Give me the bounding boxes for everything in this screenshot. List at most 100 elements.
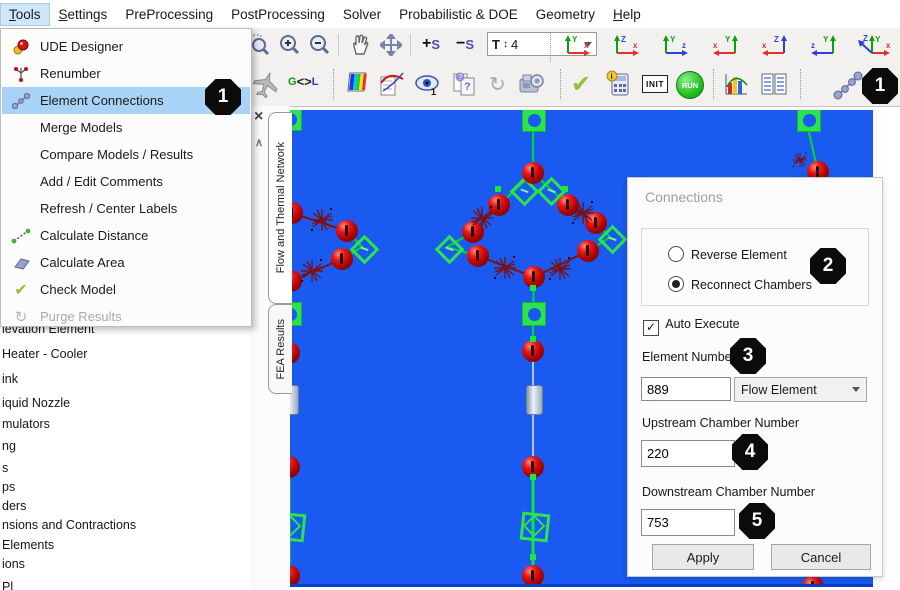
snapshot-icon[interactable] xyxy=(518,71,546,97)
move-cross-icon[interactable] xyxy=(380,34,402,56)
query-results-icon[interactable]: ?? xyxy=(452,71,478,97)
view-xz-button[interactable]: Zx xyxy=(754,33,794,57)
element-number-input[interactable] xyxy=(641,377,731,401)
radio-selected-icon[interactable] xyxy=(668,276,684,292)
list-item[interactable]: iquid Nozzle xyxy=(2,396,70,410)
menu-help[interactable]: Help xyxy=(604,3,650,26)
menu-settings[interactable]: Settings xyxy=(50,3,117,26)
checkbox-checked-icon[interactable]: ✓ xyxy=(643,320,659,336)
list-item[interactable]: Heater - Cooler xyxy=(2,347,87,361)
increase-symbol-size-button[interactable]: +S xyxy=(422,35,440,53)
list-item[interactable]: ions xyxy=(2,557,25,571)
chamber-node[interactable] xyxy=(522,162,544,184)
chamber-node[interactable] xyxy=(336,220,358,242)
toolbar-separator xyxy=(550,32,551,62)
svg-text:Z: Z xyxy=(621,35,626,44)
zoom-in-icon[interactable] xyxy=(278,34,300,56)
svg-text:z: z xyxy=(811,41,815,50)
menu-probabilistic-doe[interactable]: Probabilistic & DOE xyxy=(390,3,527,26)
menu-item-calculate-distance[interactable]: Calculate Distance xyxy=(2,222,250,249)
auto-execute-checkbox[interactable]: ✓ Auto Execute xyxy=(643,317,740,336)
menu-preprocessing[interactable]: PreProcessing xyxy=(116,3,222,26)
chamber-node[interactable] xyxy=(331,248,353,270)
list-item[interactable]: Elements xyxy=(2,538,54,552)
menu-item-merge-models[interactable]: Merge Models xyxy=(2,114,250,141)
list-item[interactable]: s xyxy=(2,461,8,475)
menu-item-check-model[interactable]: ✔ Check Model xyxy=(2,276,250,303)
result-label-cluster xyxy=(300,259,324,283)
close-panel-icon[interactable]: × xyxy=(254,108,263,126)
menu-item-compare-models[interactable]: Compare Models / Results xyxy=(2,141,250,168)
list-item[interactable]: ders xyxy=(2,499,26,513)
cancel-button[interactable]: Cancel xyxy=(771,544,871,570)
report-table-icon[interactable] xyxy=(760,71,788,97)
radio-reverse-element[interactable]: Reverse Element xyxy=(668,246,787,262)
connector-nub xyxy=(530,336,536,342)
svg-text:i: i xyxy=(611,72,613,81)
result-label-cluster xyxy=(571,201,595,225)
menu-item-calculate-area[interactable]: Calculate Area xyxy=(2,249,250,276)
decrease-symbol-size-button[interactable]: −S xyxy=(456,35,474,53)
chamber-node[interactable] xyxy=(522,340,544,362)
contour-legend-icon[interactable] xyxy=(347,71,371,97)
upstream-chamber-input[interactable] xyxy=(641,440,735,467)
flow-element-node[interactable] xyxy=(522,110,546,132)
global-local-toggle-icon[interactable]: G<>L xyxy=(288,74,318,89)
refresh-results-icon[interactable]: ↻ xyxy=(489,72,506,97)
toolbar-separator xyxy=(713,69,714,99)
list-item[interactable]: nsions and Contractions xyxy=(2,518,136,532)
menu-item-ude-designer[interactable]: UDE Designer xyxy=(2,33,250,60)
calculator-icon[interactable]: i xyxy=(606,70,632,98)
zoom-out-icon[interactable] xyxy=(308,34,330,56)
view-zy-button[interactable]: Yz xyxy=(803,33,843,57)
result-label-cluster xyxy=(792,152,808,168)
flow-element-node[interactable] xyxy=(522,302,546,326)
menu-solver[interactable]: Solver xyxy=(334,3,390,26)
run-button[interactable]: RUN xyxy=(676,71,704,99)
chamber-node[interactable] xyxy=(467,245,489,267)
renumber-icon xyxy=(2,65,40,83)
flow-element-node[interactable] xyxy=(290,512,306,543)
results-graph-icon[interactable] xyxy=(379,71,405,97)
view-result-1-icon[interactable]: 1 xyxy=(414,74,442,96)
downstream-chamber-input[interactable] xyxy=(641,509,735,536)
view-isometric-button[interactable]: YZx xyxy=(852,33,896,57)
pan-hand-icon[interactable] xyxy=(348,33,372,57)
radio-icon[interactable] xyxy=(668,246,684,262)
list-item[interactable]: mulators xyxy=(2,417,50,431)
init-button[interactable]: INIT xyxy=(642,75,668,93)
view-yx-button[interactable]: Yx xyxy=(558,33,598,57)
element-connections-icon[interactable] xyxy=(833,70,863,100)
chamber-node[interactable] xyxy=(577,240,599,262)
check-model-icon[interactable]: ✔ xyxy=(571,70,591,99)
aircraft-mode-icon[interactable] xyxy=(251,70,281,98)
list-item[interactable]: Pl xyxy=(2,580,13,590)
menu-item-add-edit-comments[interactable]: Add / Edit Comments xyxy=(2,168,250,195)
pipe-element-node[interactable] xyxy=(526,385,543,415)
histogram-icon[interactable] xyxy=(723,71,749,97)
result-label-cluster xyxy=(493,256,517,280)
list-item[interactable]: ng xyxy=(2,439,16,453)
chamber-node[interactable] xyxy=(522,565,544,587)
toolbar-separator xyxy=(560,69,561,99)
view-zx-button[interactable]: Zx xyxy=(607,33,647,57)
radio-reconnect-chambers[interactable]: Reconnect Chambers xyxy=(668,276,812,292)
apply-button[interactable]: Apply xyxy=(652,544,754,570)
view-xy-button[interactable]: Yx xyxy=(705,33,745,57)
pin-panel-icon[interactable]: ∧ xyxy=(255,136,263,149)
list-item[interactable]: ink xyxy=(2,372,18,386)
flow-element-node[interactable] xyxy=(797,110,821,132)
result-label-cluster xyxy=(310,208,334,232)
element-type-dropdown[interactable]: Flow Element xyxy=(734,377,867,402)
tab-flow-thermal-network[interactable]: Flow and Thermal Network xyxy=(268,112,292,304)
menu-item-refresh-center-labels[interactable]: Refresh / Center Labels xyxy=(2,195,250,222)
menu-tools[interactable]: Tools xyxy=(0,3,50,26)
menu-geometry[interactable]: Geometry xyxy=(527,3,604,26)
view-yz-button[interactable]: Yz xyxy=(656,33,696,57)
flow-element-node[interactable] xyxy=(520,512,551,543)
tab-fea-results[interactable]: FEA Results xyxy=(268,304,292,394)
list-item[interactable]: ps xyxy=(2,480,15,494)
element-number-label: Element Number xyxy=(642,350,736,364)
result-label-cluster xyxy=(548,257,572,281)
menu-postprocessing[interactable]: PostProcessing xyxy=(222,3,334,26)
